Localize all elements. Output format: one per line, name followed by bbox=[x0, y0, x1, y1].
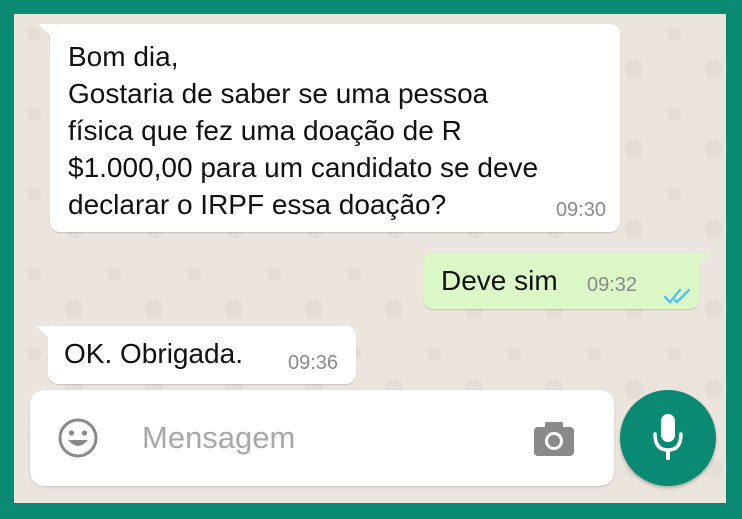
double-check-read-icon bbox=[663, 277, 693, 314]
message-composer: Mensagem bbox=[30, 390, 614, 486]
message-input[interactable]: Mensagem bbox=[142, 418, 295, 458]
camera-icon[interactable] bbox=[532, 416, 576, 460]
message-time: 09:30 bbox=[555, 199, 606, 221]
emoji-icon[interactable] bbox=[56, 416, 100, 460]
message-text: Deve sim bbox=[441, 265, 558, 296]
message-bubble-incoming[interactable]: OK. Obrigada. 09:36 bbox=[36, 326, 356, 384]
bubble-tail bbox=[36, 326, 54, 342]
bubble-tail bbox=[38, 24, 56, 40]
message-time: 09:36 bbox=[288, 352, 339, 374]
microphone-button[interactable] bbox=[620, 390, 716, 486]
message-bubble-incoming[interactable]: Bom dia, Gostaria de saber se uma pessoa… bbox=[38, 24, 620, 232]
message-text: OK. Obrigada. bbox=[64, 338, 243, 369]
microphone-icon bbox=[653, 414, 683, 460]
chat-window: Bom dia, Gostaria de saber se uma pessoa… bbox=[14, 14, 726, 503]
message-text: Bom dia, Gostaria de saber se uma pessoa… bbox=[68, 41, 539, 220]
bubble-tail bbox=[693, 253, 711, 269]
message-bubble-outgoing[interactable]: Deve sim 09:32 bbox=[423, 253, 711, 309]
message-time: 09:32 bbox=[587, 274, 638, 296]
